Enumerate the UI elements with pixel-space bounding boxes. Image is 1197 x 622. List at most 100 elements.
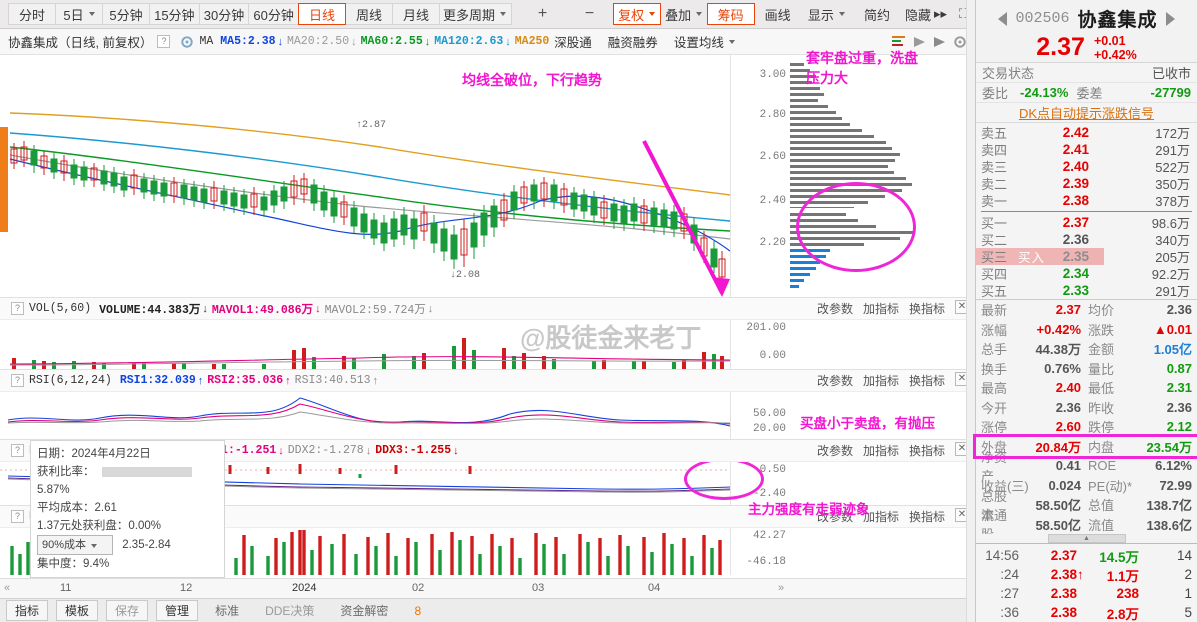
help-icon[interactable]: ? bbox=[11, 374, 24, 387]
tick-row[interactable]: :24 2.38 ↑ 1.1万 2 bbox=[976, 565, 1197, 584]
period-5day[interactable]: 5日 bbox=[55, 3, 103, 25]
simple-button[interactable]: 简约 bbox=[853, 3, 901, 25]
switch-indicator-button[interactable]: 换指标 bbox=[909, 442, 945, 459]
help-icon[interactable]: ? bbox=[11, 444, 24, 457]
add-indicator-button[interactable]: 加指标 bbox=[863, 442, 899, 459]
bid-row-2[interactable]: 买二 2.36 340万 bbox=[976, 231, 1197, 248]
link-ma-settings[interactable]: 设置均线 bbox=[674, 32, 724, 51]
bid-row-5[interactable]: 买五 2.33 291万 bbox=[976, 282, 1197, 299]
link-shenguton[interactable]: 深股通 bbox=[554, 32, 592, 51]
indicator-button[interactable]: 指标 bbox=[6, 600, 49, 621]
manage-button[interactable]: 管理 bbox=[156, 600, 199, 621]
collapse-handle[interactable]: ▲ bbox=[976, 534, 1197, 543]
switch-indicator-button[interactable]: 换指标 bbox=[909, 300, 945, 317]
tick-price: 2.38 bbox=[1050, 605, 1077, 620]
period-15min[interactable]: 15分钟 bbox=[149, 3, 200, 25]
cost-percent-select[interactable]: 90%成本 bbox=[37, 535, 113, 555]
change-params-button[interactable]: 改参数 bbox=[817, 442, 853, 459]
overlay-button[interactable]: 叠加 bbox=[660, 3, 708, 25]
tick-row[interactable]: :27 2.38 238 1 bbox=[976, 584, 1197, 603]
draw-line-button[interactable]: 画线 bbox=[754, 3, 802, 25]
ask-row-2[interactable]: 卖二 2.39 350万 bbox=[976, 175, 1197, 192]
zoom-in-button[interactable]: + bbox=[519, 3, 567, 25]
period-30min[interactable]: 30分钟 bbox=[198, 3, 250, 25]
period-monthly[interactable]: 月线 bbox=[391, 3, 440, 25]
stat-val-latest: 2.37 bbox=[1055, 302, 1081, 318]
chip-highlight-ellipse bbox=[796, 182, 916, 272]
period-5min[interactable]: 5分钟 bbox=[102, 3, 150, 25]
add-indicator-button[interactable]: 加指标 bbox=[863, 300, 899, 317]
period-fenshi[interactable]: 分时 bbox=[8, 3, 56, 25]
buy-action-label[interactable]: 买入 bbox=[1018, 247, 1045, 266]
cost-profit-row: 获利比率： 5.87% bbox=[37, 463, 218, 499]
volume-plot: 201.00 0.00 bbox=[0, 320, 975, 369]
dde-decision-button[interactable]: DDE决策 bbox=[256, 600, 323, 621]
play-next-icon[interactable] bbox=[933, 36, 946, 48]
scroll-right-icon[interactable]: » bbox=[778, 582, 784, 594]
change-params-button[interactable]: 改参数 bbox=[817, 372, 853, 389]
ma20-value: MA20:2.50 bbox=[287, 35, 350, 48]
period-more[interactable]: 更多周期 bbox=[438, 3, 513, 25]
hide-button[interactable]: 隐藏 ▸▸ bbox=[900, 3, 952, 25]
date-tick-4: 03 bbox=[532, 582, 545, 594]
ask-row-3[interactable]: 卖三 2.40 522万 bbox=[976, 158, 1197, 175]
ma60-value: MA60:2.55 bbox=[360, 35, 423, 48]
add-indicator-button[interactable]: 加指标 bbox=[863, 372, 899, 389]
gear-icon[interactable] bbox=[180, 35, 194, 49]
volume-pane[interactable]: ? VOL(5,60) VOLUME:44.383万 ↓ MAVOL1:49.08… bbox=[0, 298, 975, 370]
tick-row[interactable]: :36 2.38 2.8万 5 bbox=[976, 603, 1197, 622]
tick-row[interactable]: 14:56 2.37 14.5万 14 bbox=[976, 546, 1197, 565]
link-margin-trading[interactable]: 融资融券 bbox=[608, 32, 658, 51]
tick-volume: 1.1万 bbox=[1106, 568, 1139, 584]
bid-row-3[interactable]: 买三 买入 2.35 205万 bbox=[976, 248, 1197, 265]
bid-price-2: 2.36 bbox=[1062, 232, 1089, 247]
period-60min[interactable]: 60分钟 bbox=[248, 3, 299, 25]
price-pane[interactable]: ↑2.87 ↓2.08 3.00 2.80 2.60 2.40 2.20 bbox=[0, 55, 975, 298]
template-button[interactable]: 模板 bbox=[56, 600, 99, 621]
price-plot[interactable]: ↑2.87 ↓2.08 3.00 2.80 2.60 2.40 2.20 bbox=[0, 55, 975, 297]
quote-price-row: 2.37 +0.01 +0.42% bbox=[976, 33, 1197, 62]
chart-scrollbar[interactable] bbox=[966, 0, 975, 622]
save-button[interactable]: 保存 bbox=[106, 600, 149, 621]
period-weekly[interactable]: 周线 bbox=[344, 3, 393, 25]
prev-stock-icon[interactable] bbox=[998, 11, 1008, 26]
play-icon[interactable] bbox=[913, 36, 926, 48]
ask-row-4[interactable]: 卖四 2.41 291万 bbox=[976, 141, 1197, 158]
ask-row-5[interactable]: 卖五 2.42 172万 bbox=[976, 124, 1197, 141]
cost-concentration: 集中度：9.4% bbox=[37, 558, 110, 570]
stat-val-avgprice: 2.36 bbox=[1166, 302, 1192, 318]
help-icon[interactable]: ? bbox=[11, 302, 24, 315]
tick-time: :27 bbox=[1000, 586, 1019, 601]
switch-indicator-button[interactable]: 换指标 bbox=[909, 372, 945, 389]
bid-row-1[interactable]: 买一 2.37 98.6万 bbox=[976, 214, 1197, 231]
tick-list: 14:56 2.37 14.5万 14 :24 2.38 ↑ 1.1万 2 :27 2.38 23… bbox=[976, 543, 1197, 622]
candlesticks bbox=[10, 141, 726, 283]
ma5-arrow: ↓ bbox=[277, 35, 284, 48]
stat-key-floatcap: 流值 bbox=[1088, 517, 1115, 533]
adjust-price-button[interactable]: 复权 bbox=[612, 3, 661, 25]
ddz-tick-0: 42.27 bbox=[752, 530, 786, 542]
date-tick-1: 12 bbox=[180, 582, 193, 594]
ask-row-1[interactable]: 卖一 2.38 378万 bbox=[976, 192, 1197, 209]
dk-signal-link[interactable]: DK点自动提示涨跌信号 bbox=[976, 103, 1197, 123]
change-params-button[interactable]: 改参数 bbox=[817, 300, 853, 317]
ma120-arrow: ↓ bbox=[505, 35, 511, 48]
bars-icon[interactable] bbox=[892, 35, 906, 48]
next-stock-icon[interactable] bbox=[1165, 11, 1175, 26]
help-icon[interactable]: ? bbox=[157, 35, 171, 48]
scroll-left-icon[interactable]: « bbox=[4, 582, 10, 594]
switch-indicator-button[interactable]: 换指标 bbox=[909, 508, 945, 525]
rsi-pane-header: ? RSI(6,12,24) RSI1:32.039 ↑ RSI2:35.036 ↑… bbox=[0, 370, 975, 392]
annotation-buy-less-sell: 买盘小于卖盘，有抛压 bbox=[800, 416, 935, 431]
help-icon[interactable]: ? bbox=[11, 510, 24, 523]
bid-level-5: 买五 bbox=[981, 284, 1008, 299]
standard-button[interactable]: 标准 bbox=[206, 600, 248, 621]
gear-icon[interactable] bbox=[953, 35, 967, 49]
display-button[interactable]: 显示 bbox=[801, 3, 854, 25]
period-daily[interactable]: 日线 bbox=[297, 3, 346, 25]
chip-button[interactable]: 筹码 bbox=[706, 3, 755, 25]
zoom-out-button[interactable]: − bbox=[566, 3, 614, 25]
stat-key-prevclose: 昨收 bbox=[1088, 400, 1115, 416]
fund-decrypt-button[interactable]: 资金解密 bbox=[331, 600, 397, 621]
bid-row-4[interactable]: 买四 2.34 92.2万 bbox=[976, 265, 1197, 282]
